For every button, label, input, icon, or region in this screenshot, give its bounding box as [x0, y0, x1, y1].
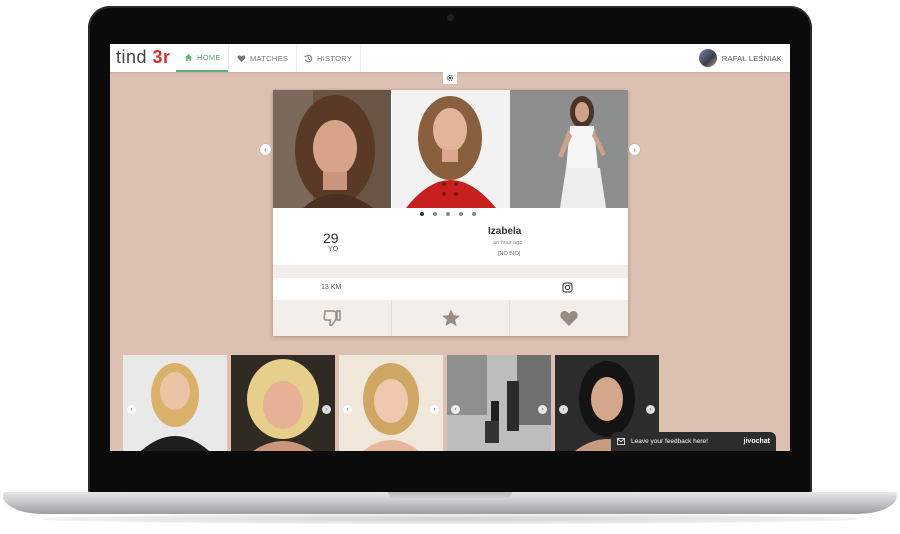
tab-home[interactable]: HOME	[176, 44, 229, 72]
tab-matches-label: MATCHES	[250, 53, 289, 63]
pagination-dot[interactable]	[433, 212, 437, 216]
instagram-icon[interactable]	[562, 282, 573, 293]
pagination-dot[interactable]	[446, 212, 450, 216]
distance: 13 KM	[321, 284, 342, 291]
profile-photo[interactable]	[273, 90, 391, 208]
last-seen: an hour ago	[493, 240, 523, 246]
thumb-next-icon[interactable]: ›	[538, 405, 547, 414]
profile-photo[interactable]	[510, 90, 628, 208]
tab-history[interactable]: HISTORY	[296, 44, 362, 72]
candidate-thumbnail[interactable]: ›	[231, 355, 335, 451]
home-icon	[184, 53, 193, 61]
thumb-next-icon[interactable]: ›	[322, 405, 331, 414]
thumbs-down-icon	[323, 310, 341, 327]
profile-name: Izabela	[488, 226, 522, 237]
thumb-prev-icon[interactable]: ‹	[127, 405, 136, 414]
thumb-prev-icon[interactable]: ‹	[559, 405, 568, 414]
pagination-dot[interactable]	[472, 212, 476, 216]
pagination-dot[interactable]	[420, 212, 424, 216]
candidate-thumbnails: ‹ › ‹ › ‹ › ‹ ›	[123, 355, 659, 451]
next-photo-button[interactable]: ›	[629, 144, 640, 155]
tab-history-label: HISTORY	[317, 53, 353, 63]
envelope-icon	[617, 438, 625, 445]
action-bar	[273, 300, 628, 336]
pagination-dot[interactable]	[459, 212, 463, 216]
user-menu[interactable]: RAFAŁ LEŚNIAK	[698, 48, 782, 68]
profile-bio: [NO BIO]	[498, 251, 521, 257]
heart-icon	[237, 54, 246, 62]
gear-icon	[446, 74, 454, 82]
tab-home-label: HOME	[197, 52, 221, 62]
laptop-notch	[388, 492, 512, 500]
thumb-prev-icon[interactable]: ‹	[343, 405, 352, 414]
laptop-shadow	[40, 514, 860, 524]
feedback-widget[interactable]: Leave your feedback here! jivochat	[611, 432, 776, 451]
photo-pagination	[420, 212, 476, 216]
feedback-label: Leave your feedback here!	[631, 438, 708, 445]
prev-photo-button[interactable]: ‹	[260, 144, 271, 155]
app-screen: tind 3r HOME MATCHES HISTORY RAFAŁ LEŚNI…	[110, 44, 790, 451]
logo-text: tind	[116, 47, 148, 67]
settings-button[interactable]	[443, 72, 457, 84]
top-navbar: tind 3r HOME MATCHES HISTORY RAFAŁ LEŚNI…	[110, 44, 790, 72]
dislike-button[interactable]	[273, 300, 392, 336]
laptop-camera	[447, 14, 454, 21]
thumb-prev-icon[interactable]: ‹	[451, 405, 460, 414]
card-divider	[273, 265, 628, 278]
profile-photo[interactable]	[391, 90, 510, 208]
logo-accent: 3r	[152, 47, 171, 67]
thumb-next-icon[interactable]: ›	[430, 405, 439, 414]
candidate-thumbnail[interactable]: ‹	[123, 355, 227, 451]
heart-icon	[560, 311, 578, 326]
candidate-thumbnail[interactable]: ‹ ›	[447, 355, 551, 451]
thumb-next-icon[interactable]: ›	[646, 405, 655, 414]
age-value: 29	[323, 230, 339, 246]
age-unit: YO	[328, 246, 339, 253]
like-button[interactable]	[510, 300, 628, 336]
feedback-brand: jivochat	[743, 438, 770, 445]
candidate-thumbnail[interactable]: ‹ ›	[339, 355, 443, 451]
profile-card: 29 YO Izabela an hour ago [NO BIO] 13 KM	[273, 90, 628, 336]
photo-strip[interactable]	[273, 90, 628, 208]
tab-matches[interactable]: MATCHES	[228, 44, 298, 72]
user-name: RAFAŁ LEŚNIAK	[721, 53, 782, 63]
avatar	[698, 49, 717, 67]
superlike-button[interactable]	[392, 300, 511, 336]
history-icon	[304, 54, 313, 62]
star-icon	[441, 309, 460, 326]
app-logo[interactable]: tind 3r	[116, 47, 171, 68]
